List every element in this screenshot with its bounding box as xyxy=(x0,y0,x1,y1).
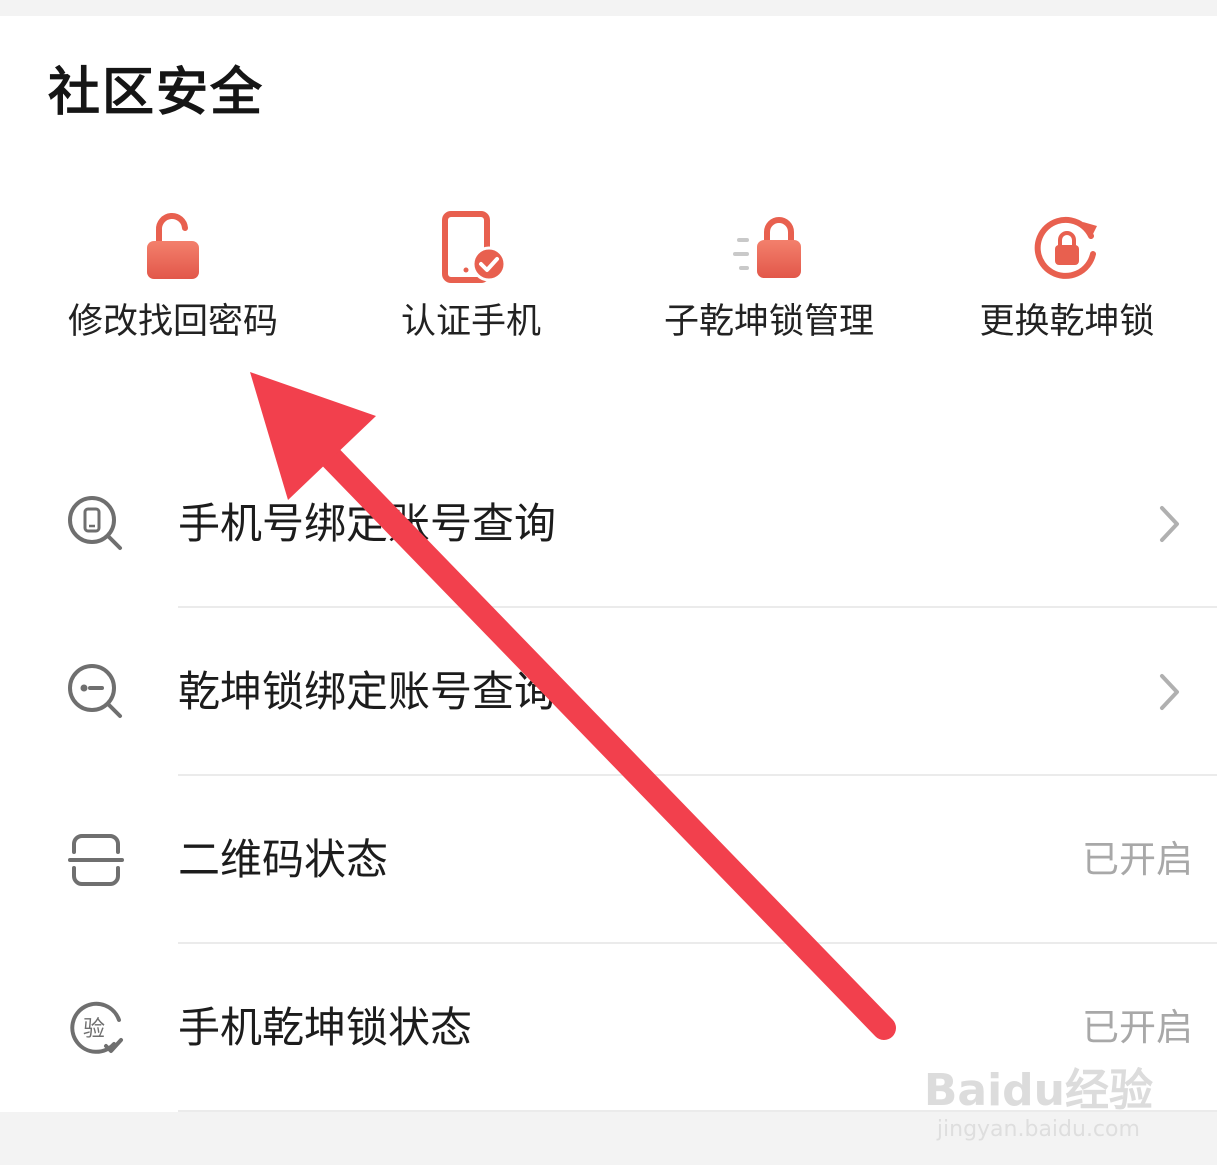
watermark-brand: Baidu经验 xyxy=(923,1065,1153,1116)
quick-action-label: 更换乾坤锁 xyxy=(979,302,1155,342)
status-text: 已开启 xyxy=(1082,1006,1193,1049)
list-item-label: 乾坤锁绑定账号查询 xyxy=(178,667,557,716)
phone-verified-icon xyxy=(442,211,507,283)
status-text: 已开启 xyxy=(1082,838,1193,881)
quick-action-replace-lock[interactable]: 更换乾坤锁 xyxy=(922,208,1212,368)
chevron-right-icon xyxy=(1160,506,1179,542)
chevron-right-icon xyxy=(1160,674,1179,710)
qr-scan-icon xyxy=(68,834,124,886)
list-item-label: 二维码状态 xyxy=(178,835,389,884)
quick-action-sub-lock-management[interactable]: 子乾坤锁管理 xyxy=(624,208,914,368)
watermark-url: jingyan.baidu.com xyxy=(936,1117,1140,1142)
quick-action-change-password[interactable]: 修改找回密码 xyxy=(28,208,318,368)
section-title: 社区安全 xyxy=(48,63,265,123)
unlock-padlock-icon xyxy=(147,213,199,279)
baidu-watermark: Baidu经验 jingyan.baidu.com xyxy=(924,1065,1153,1143)
verify-badge-text: 验 xyxy=(83,1017,105,1042)
lock-refresh-icon xyxy=(1034,216,1097,279)
quick-action-label: 修改找回密码 xyxy=(67,302,278,342)
list-item-label: 手机号绑定账号查询 xyxy=(178,499,557,548)
quick-action-label: 认证手机 xyxy=(400,302,541,342)
list-item-lock-bound-accounts[interactable]: 乾坤锁绑定账号查询 xyxy=(0,608,1217,776)
quick-action-verify-phone[interactable]: 认证手机 xyxy=(326,208,616,368)
lock-search-icon xyxy=(68,664,122,718)
phone-search-icon xyxy=(68,496,122,550)
community-security-card: 社区安全 修改找回密码 认证手机 子乾坤锁管理 更换乾坤锁 手机号绑定账号查询 … xyxy=(0,16,1217,1112)
list-item-label: 手机乾坤锁状态 xyxy=(178,1003,473,1052)
list-item-phone-bound-accounts[interactable]: 手机号绑定账号查询 xyxy=(0,440,1217,608)
verify-badge-icon: 验 xyxy=(70,1001,123,1054)
quick-action-label: 子乾坤锁管理 xyxy=(663,302,874,342)
lock-with-lines-icon xyxy=(733,217,801,278)
list-item-qr-status[interactable]: 二维码状态 已开启 xyxy=(0,776,1217,944)
